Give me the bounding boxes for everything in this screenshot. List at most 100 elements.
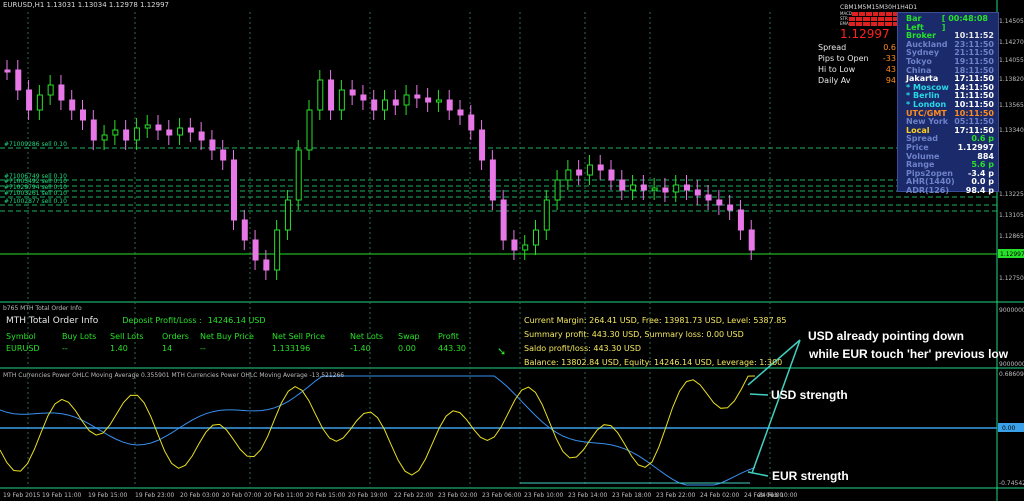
y-axis-label: 1.12750 xyxy=(999,275,1024,282)
x-axis-label: 19 Feb 2015 xyxy=(3,492,41,499)
timeframe-h4[interactable]: H4 xyxy=(900,4,908,11)
timeframe-m5[interactable]: M5 xyxy=(857,4,866,11)
candle xyxy=(479,129,486,161)
candle xyxy=(47,84,54,96)
annotation-eur-previous-low: while EUR touch 'her' previous low xyxy=(809,347,1009,361)
signal-cell xyxy=(885,21,892,26)
stats-row: Daily Av 94 xyxy=(818,75,896,86)
timeframe-m30[interactable]: M30 xyxy=(879,4,892,11)
candle xyxy=(349,89,356,96)
order-level-label: #71002877 sell 0.10 xyxy=(4,198,67,205)
chart-title: EURUSD,H1 1.13031 1.13034 1.12978 1.1299… xyxy=(3,1,169,9)
world-clock-panel: Bar Left[ 00:48:08 ] Broker 10:11:52 Auckla… xyxy=(897,12,999,194)
candle xyxy=(694,189,701,196)
annotation-eur-strength: EUR strength xyxy=(772,469,849,483)
candle xyxy=(619,179,626,191)
signal-cell xyxy=(848,21,856,26)
order-level-label: #71003261 sell 0.10 xyxy=(4,190,67,197)
annotation-usd-pointing-down: USD already pointing down xyxy=(808,329,965,343)
stats-row: Pips to Open -33 xyxy=(818,53,896,64)
y-axis-label: 1.13820 xyxy=(999,76,1024,83)
stats-label: Spread xyxy=(818,43,847,52)
y-axis-label: 9000000 xyxy=(999,361,1024,368)
candle xyxy=(500,199,507,241)
candle xyxy=(533,229,539,246)
timeframe-panel: CB M1 M5 M15 M30 H1 H4 D1 MACD STR EMA xyxy=(840,4,917,26)
timeframe-h1[interactable]: H1 xyxy=(892,4,900,11)
candle xyxy=(565,169,572,181)
current-price: 1.12997 xyxy=(840,27,890,41)
stats-row: Spread 0.6 xyxy=(818,42,896,53)
world-clock-label: ADR(126) xyxy=(906,185,950,195)
signal-cell xyxy=(886,11,893,16)
stats-row: Hi to Low 43 xyxy=(818,64,896,75)
candle xyxy=(576,169,583,176)
candle xyxy=(166,129,173,136)
candle xyxy=(554,179,561,201)
candle xyxy=(123,129,130,141)
account-line: Balance: 13802.84 USD, Equity: 14246.14 … xyxy=(524,358,783,367)
world-clock-label: Bar Left xyxy=(906,14,924,32)
orders-data-cell: EURUSD xyxy=(6,344,40,353)
candle xyxy=(252,239,259,261)
candle xyxy=(392,99,399,106)
x-axis-label: 23 Feb 14:00 xyxy=(568,492,608,499)
candle xyxy=(586,164,593,176)
candle xyxy=(263,259,270,271)
price-badge: 1.12997 xyxy=(1000,251,1024,258)
candle xyxy=(101,134,108,141)
y-axis-label: 1.14055 xyxy=(999,57,1024,64)
x-axis-label: 20 Feb 15:00 xyxy=(306,492,346,499)
x-axis-label: 24 Feb 02:00 xyxy=(700,492,740,499)
timeframe-cb[interactable]: CB xyxy=(840,4,848,11)
candle xyxy=(328,79,335,111)
indicator-label: MTH Currencies Power OHLC Moving Average… xyxy=(3,372,345,379)
signal-cell xyxy=(885,16,892,21)
x-axis-label: 23 Feb 18:00 xyxy=(612,492,652,499)
usd-strength-line xyxy=(0,375,756,476)
candle xyxy=(295,149,302,201)
stats-value: 43 xyxy=(885,65,896,74)
orders-header-cell: Profit xyxy=(438,332,459,341)
signal-cell xyxy=(878,21,885,26)
signal-cell xyxy=(872,11,879,16)
x-axis-label: 20 Feb 03:00 xyxy=(180,492,220,499)
candle xyxy=(58,84,65,101)
candle xyxy=(748,229,755,251)
stats-panel: Spread 0.6 Pips to Open -33 Hi to Low 43 Daily… xyxy=(818,42,896,86)
timeframe-m15[interactable]: M15 xyxy=(866,4,879,11)
annotation-usd-strength: USD strength xyxy=(771,388,848,402)
y-axis-label: 9000000 xyxy=(999,307,1024,314)
annotation-arrow xyxy=(747,471,769,477)
candle xyxy=(511,239,518,251)
deposit-value: 14246.14 USD xyxy=(207,316,266,325)
x-axis-label: 20 Feb 11:00 xyxy=(264,492,304,499)
world-clock-row: Bar Left [ 00:48:08 ] xyxy=(898,14,998,32)
y-axis-label: 1.13565 xyxy=(999,102,1024,109)
candle xyxy=(597,164,604,171)
x-axis-label: 19 Feb 23:00 xyxy=(135,492,175,499)
candle xyxy=(382,99,388,111)
candle xyxy=(231,159,237,221)
orders-heading: MTH Total Order Info xyxy=(6,316,99,326)
timeframe-d1[interactable]: D1 xyxy=(909,4,917,11)
x-axis-label: 19 Feb 11:00 xyxy=(42,492,82,499)
account-line: Current Margin: 264.41 USD, Free: 13981.… xyxy=(524,316,787,325)
x-axis-label: 23 Feb 22:00 xyxy=(656,492,696,499)
timeframe-m1[interactable]: M1 xyxy=(848,4,857,11)
candle xyxy=(36,94,43,111)
signal-cell xyxy=(852,11,858,16)
x-axis-label: 19 Feb 15:00 xyxy=(88,492,128,499)
candle xyxy=(446,99,453,111)
candle xyxy=(414,94,421,99)
candle xyxy=(317,79,324,111)
y-axis-label: 0.686099 xyxy=(999,371,1024,378)
x-axis-label: 23 Feb 10:00 xyxy=(524,492,564,499)
world-clock-value: [ 00:48:08 ] xyxy=(941,14,988,32)
orders-data-row[interactable]: EURUSD -- 1.40 14 -- 1.133196 -1.40 0.00 443.30 xyxy=(6,344,516,356)
candle xyxy=(15,69,22,91)
candle xyxy=(662,187,669,193)
candle xyxy=(338,89,345,111)
candle xyxy=(522,244,529,251)
candle xyxy=(133,127,140,141)
